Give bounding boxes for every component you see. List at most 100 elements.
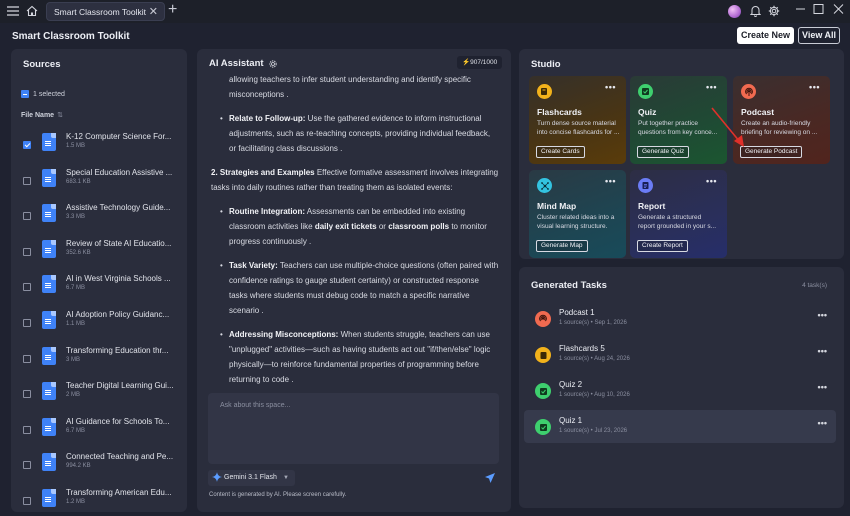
create-new-button[interactable]: Create New	[737, 27, 794, 44]
task-meta: 1 source(s) • Jul 23, 2026	[559, 428, 628, 434]
card-description: Generate a structured report grounded in …	[638, 214, 717, 230]
chat-text: "unplugged" activities—such as having st…	[229, 345, 491, 354]
source-item[interactable]: Special Education Assistive ... 683.1 KB	[23, 168, 183, 199]
source-checkbox[interactable]	[23, 354, 31, 363]
source-size: 994.2 KB	[66, 463, 91, 470]
avatar[interactable]	[728, 5, 741, 18]
gear-icon[interactable]	[767, 4, 781, 18]
task-item[interactable]: Quiz 2 1 source(s) • Aug 10, 2026 •••	[524, 374, 836, 407]
sources-scrollbar[interactable]	[182, 49, 186, 512]
document-icon	[42, 311, 56, 329]
create-cards-button[interactable]: Create Cards	[536, 146, 585, 158]
more-options-icon[interactable]: •••	[818, 310, 827, 320]
more-options-icon[interactable]: •••	[818, 382, 827, 392]
card-title: Flashcards	[537, 107, 582, 117]
sources-panel: Sources 1 selected File Name ⇅ K-12 Compu…	[11, 49, 187, 512]
settings-gear-icon[interactable]	[268, 59, 278, 69]
source-name: Transforming Education thr...	[66, 345, 169, 355]
browser-tab[interactable]: Smart Classroom Toolkit ✕	[46, 2, 165, 21]
source-checkbox[interactable]	[23, 283, 31, 292]
chat-text: returning to code .	[229, 375, 294, 384]
source-item[interactable]: Review of State AI Educatio... 352.6 KB	[23, 238, 183, 270]
more-options-icon[interactable]: •••	[818, 418, 827, 428]
source-size: 1.5 MB	[66, 143, 86, 149]
source-checkbox[interactable]	[23, 319, 31, 327]
source-checkbox[interactable]	[23, 247, 31, 256]
file-name-column-header[interactable]: File Name ⇅	[21, 111, 63, 119]
more-options-icon[interactable]: •••	[706, 82, 717, 92]
ai-assistant-header: AI Assistant	[209, 58, 278, 69]
task-name: Quiz 2	[559, 380, 583, 389]
task-name: Flashcards 5	[559, 344, 605, 353]
task-item[interactable]: Quiz 1 1 source(s) • Jul 23, 2026 •••	[524, 410, 836, 443]
source-item[interactable]: Connected Teaching and Pe... 994.2 KB	[23, 452, 183, 483]
task-meta: 1 source(s) • Aug 24, 2026	[559, 356, 630, 362]
source-size: 3.3 MB	[66, 214, 86, 221]
source-checkbox[interactable]	[23, 497, 31, 505]
document-icon	[42, 168, 56, 187]
tab-title: Smart Classroom Toolkit	[54, 7, 146, 17]
view-all-button[interactable]: View All	[798, 27, 840, 44]
more-options-icon[interactable]: •••	[818, 346, 827, 356]
more-options-icon[interactable]: •••	[706, 176, 717, 186]
new-tab-icon[interactable]: +	[168, 1, 177, 19]
card-description: Turn dense source material into concise f…	[537, 120, 620, 136]
task-item[interactable]: Flashcards 5 1 source(s) • Aug 24, 2026 ••…	[524, 338, 836, 371]
generate-map-button[interactable]: Generate Map	[536, 240, 588, 252]
source-checkbox[interactable]	[23, 176, 31, 185]
document-icon	[42, 275, 56, 294]
chat-message: allowing teachers to infer student under…	[211, 72, 501, 387]
podcast-icon	[741, 84, 756, 99]
maximize-icon[interactable]	[813, 3, 824, 18]
select-all-checkbox[interactable]	[21, 90, 29, 98]
annotation-arrow-icon	[711, 107, 744, 147]
more-options-icon[interactable]: •••	[809, 82, 820, 92]
source-item[interactable]: AI Guidance for Schools To... 6.7 MB	[23, 417, 183, 448]
document-icon	[42, 489, 56, 507]
source-checkbox[interactable]	[23, 212, 31, 221]
source-item[interactable]: Assistive Technology Guide... 3.3 MB	[23, 203, 183, 234]
source-checkbox[interactable]	[23, 141, 31, 149]
model-selector[interactable]: Gemini 3.1 Flash ▼	[208, 470, 295, 486]
report-card[interactable]: ••• Report Generate a structured report g…	[630, 170, 727, 258]
flashcards-card[interactable]: ••• Flashcards Turn dense source materia…	[529, 76, 626, 164]
source-item[interactable]: Transforming American Edu... 1.2 MB	[23, 488, 183, 516]
more-options-icon[interactable]: •••	[605, 82, 616, 92]
source-checkbox[interactable]	[23, 461, 31, 470]
mind-map-card[interactable]: ••• Mind Map Cluster related ideas into …	[529, 170, 626, 258]
more-options-icon[interactable]: •••	[605, 176, 616, 186]
select-all-row[interactable]: 1 selected	[21, 90, 65, 98]
source-size: 3 MB	[66, 356, 81, 363]
quiz-icon	[535, 419, 551, 435]
home-icon[interactable]	[25, 4, 39, 18]
source-checkbox[interactable]	[23, 425, 31, 434]
minimize-icon[interactable]	[795, 3, 806, 18]
close-window-icon[interactable]	[833, 3, 844, 18]
chat-input[interactable]	[208, 393, 499, 464]
document-icon	[42, 346, 56, 365]
generate-podcast-button[interactable]: Generate Podcast	[740, 146, 803, 158]
chat-text: scenario .	[229, 306, 264, 315]
source-checkbox[interactable]	[23, 390, 31, 399]
source-item[interactable]: K-12 Computer Science For... 1.5 MB	[23, 132, 183, 163]
bell-icon[interactable]	[748, 4, 762, 18]
studio-title: Studio	[531, 59, 561, 70]
source-item[interactable]: AI Adoption Policy Guidanc... 1.1 MB	[23, 310, 183, 341]
source-name: Connected Teaching and Pe...	[66, 452, 174, 462]
source-item[interactable]: Transforming Education thr... 3 MB	[23, 345, 183, 377]
source-item[interactable]: Teacher Digital Learning Gui... 2 MB	[23, 381, 183, 412]
task-item[interactable]: Podcast 1 1 source(s) • Sep 1, 2026 •••	[524, 302, 836, 335]
create-report-button[interactable]: Create Report	[637, 240, 688, 252]
card-title: Quiz	[638, 107, 657, 117]
ai-disclaimer: Content is generated by AI. Please scree…	[209, 492, 347, 498]
tab-close-icon[interactable]: ✕	[149, 5, 158, 18]
task-count: 4 task(s)	[802, 282, 827, 289]
chat-input-box[interactable]	[208, 393, 499, 464]
sort-icon[interactable]: ⇅	[57, 112, 63, 119]
generate-quiz-button[interactable]: Generate Quiz	[637, 146, 690, 158]
menu-icon[interactable]	[6, 4, 20, 18]
source-name: Review of State AI Educatio...	[66, 238, 172, 248]
send-icon[interactable]	[484, 472, 496, 484]
source-item[interactable]: AI in West Virginia Schools ... 6.7 MB	[23, 274, 183, 305]
source-size: 6.7 MB	[66, 285, 86, 292]
